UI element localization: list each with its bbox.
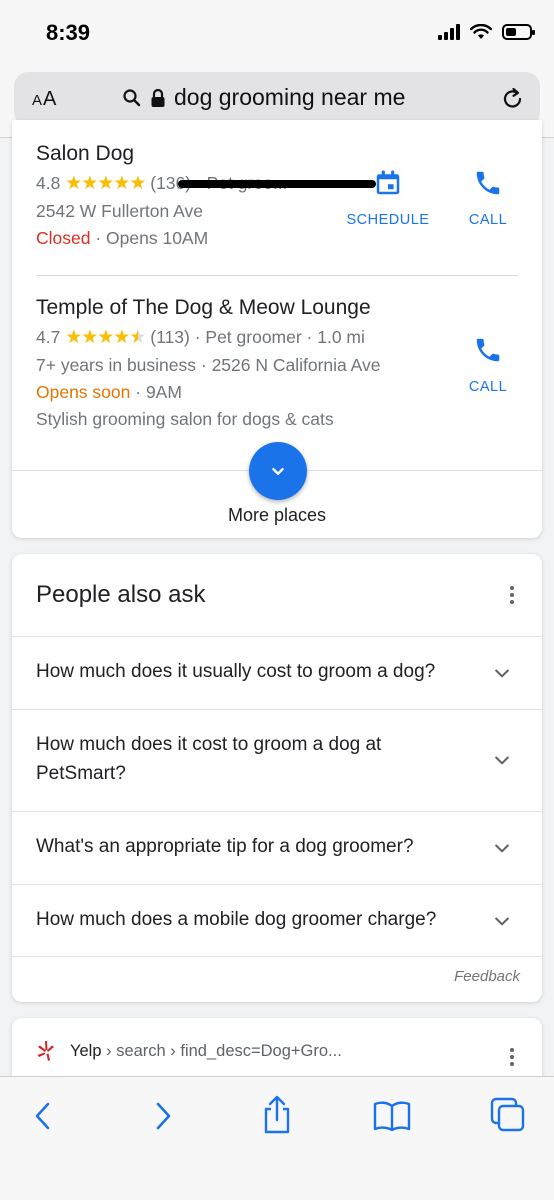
call-button[interactable]: CALL — [456, 335, 520, 395]
place-rating-line: 4.7 ★★★★★ (113) · Pet groomer · 1.0 mi — [36, 327, 365, 348]
search-icon — [123, 88, 141, 106]
place-item-temple-of-the-dog[interactable]: Temple of The Dog & Meow Lounge 4.7 ★★★★… — [36, 296, 381, 430]
paa-title: People also ask — [36, 581, 206, 608]
phone-icon — [476, 338, 500, 362]
question-row[interactable]: How much does it cost to groom a dog at … — [12, 710, 542, 810]
place-hours: Opens soon · 9AM — [36, 382, 182, 402]
result-source[interactable]: Yelp › search › find_desc=Dog+Gro... — [36, 1040, 342, 1062]
place-details: 7+ years in business · 2526 N California… — [36, 355, 381, 375]
divider — [36, 275, 518, 276]
place-name[interactable]: Temple of The Dog & Meow Lounge — [36, 296, 381, 320]
status-icons — [438, 24, 535, 40]
lock-icon — [151, 88, 165, 107]
cellular-signal-icon — [438, 24, 460, 40]
result-breadcrumb: › search › find_desc=Dog+Gro... — [106, 1041, 342, 1060]
chevron-down-icon — [495, 917, 509, 926]
question-text: What's an appropriate tip for a dog groo… — [36, 836, 414, 857]
divider — [12, 956, 542, 957]
home-indicator[interactable] — [178, 180, 376, 190]
question-text: How much does a mobile dog groomer charg… — [36, 909, 437, 930]
url-display[interactable]: dog grooming near me — [122, 84, 405, 111]
forward-icon[interactable] — [148, 1099, 176, 1133]
place-item-salon-dog[interactable]: Salon Dog 4.8 ★★★★★ (136) · Pet groo... … — [36, 142, 287, 249]
schedule-button[interactable]: SCHEDULE — [346, 168, 430, 228]
reload-icon[interactable] — [500, 86, 526, 112]
share-icon[interactable] — [260, 1095, 294, 1135]
call-button[interactable]: CALL — [456, 168, 520, 228]
status-time: 8:39 — [46, 20, 91, 45]
place-description: Stylish grooming salon for dogs & cats — [36, 409, 334, 429]
reader-options-button[interactable]: AA — [32, 88, 57, 111]
back-icon[interactable] — [30, 1099, 58, 1133]
wifi-icon — [470, 24, 492, 39]
phone-icon — [476, 171, 500, 195]
place-address: 2542 W Fullerton Ave — [36, 201, 203, 221]
more-vert-icon[interactable] — [510, 586, 514, 604]
status-opens-soon: Opens soon — [36, 382, 131, 402]
more-places-label[interactable]: More places — [12, 505, 542, 526]
question-row[interactable]: How much does a mobile dog groomer charg… — [12, 885, 542, 957]
battery-icon — [502, 24, 535, 40]
status-bar: 8:39 — [0, 0, 554, 64]
chevron-down-icon — [495, 669, 509, 678]
question-row[interactable]: What's an appropriate tip for a dog groo… — [12, 812, 542, 884]
chevron-down-icon — [495, 844, 509, 853]
question-text: How much does it cost to groom a dog at … — [36, 734, 382, 784]
place-name[interactable]: Salon Dog — [36, 142, 287, 166]
more-vert-icon[interactable] — [510, 1048, 514, 1066]
bookmarks-icon[interactable] — [372, 1099, 412, 1133]
chevron-down-icon — [272, 467, 284, 475]
rating-stars: ★★★★★ — [65, 173, 146, 194]
tabs-icon[interactable] — [490, 1097, 526, 1133]
calendar-icon — [376, 170, 400, 195]
url-text: dog grooming near me — [174, 84, 406, 110]
more-places-button[interactable] — [249, 442, 307, 500]
rating-stars: ★★★★★ — [65, 327, 146, 348]
status-closed: Closed — [36, 228, 91, 248]
question-text: How much does it usually cost to groom a… — [36, 661, 436, 682]
people-also-ask-card: People also ask How much does it usually… — [12, 554, 542, 1002]
yelp-icon — [37, 1041, 54, 1061]
feedback-link[interactable]: Feedback — [454, 968, 520, 985]
result-site-name: Yelp — [70, 1041, 102, 1060]
chevron-down-icon — [495, 756, 509, 765]
address-bar[interactable]: AA dog grooming near me — [14, 72, 540, 126]
place-hours: Closed · Opens 10AM — [36, 228, 209, 248]
question-row[interactable]: How much does it usually cost to groom a… — [12, 637, 542, 709]
browser-toolbar — [0, 1076, 554, 1200]
